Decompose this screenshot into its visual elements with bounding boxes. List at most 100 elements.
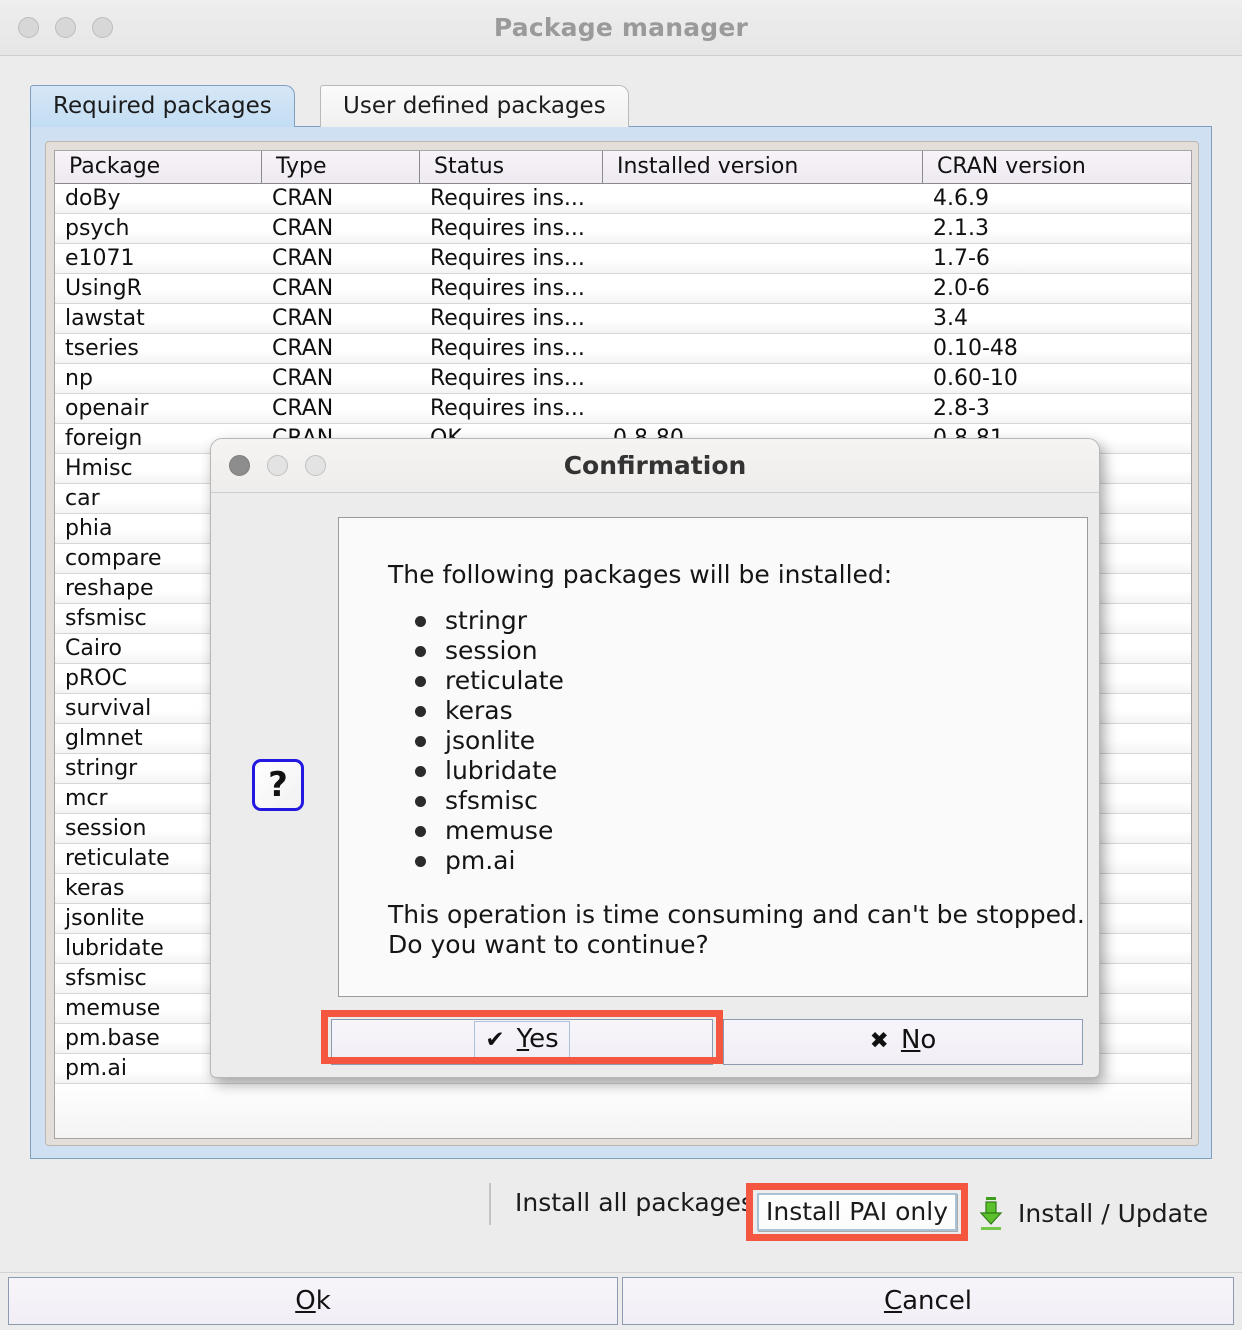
column-header-type[interactable]: Type — [262, 151, 420, 183]
cell-package: lawstat — [65, 306, 145, 331]
cell-status: Requires ins... — [430, 366, 585, 391]
table-row[interactable]: psych CRAN Requires ins... 2.1.3 — [55, 214, 1191, 244]
cell-installed-version — [603, 334, 923, 363]
bullet-icon — [415, 796, 426, 807]
cell-type: CRAN — [272, 336, 334, 361]
dialog-titlebar: Confirmation — [211, 439, 1099, 493]
cell-installed-version — [603, 184, 923, 213]
cell-cran-version: 0.60-10 — [933, 366, 1018, 391]
no-button[interactable]: ✖ No — [723, 1019, 1083, 1065]
confirmation-dialog: Confirmation ? The following packages wi… — [210, 438, 1100, 1078]
table-row[interactable]: e1071 CRAN Requires ins... 1.7-6 — [55, 244, 1191, 274]
no-button-inner: ✖ No — [860, 1020, 947, 1061]
cross-icon: ✖ — [869, 1028, 889, 1054]
cell-type: CRAN — [272, 246, 334, 271]
table-row[interactable]: openair CRAN Requires ins... 2.8-3 — [55, 394, 1191, 424]
bullet-icon — [415, 676, 426, 687]
window-titlebar: Package manager — [0, 0, 1242, 56]
bullet-icon — [415, 736, 426, 747]
cell-cran-version: 2.0-6 — [933, 276, 990, 301]
cell-cran-version: 2.1.3 — [933, 216, 989, 241]
cell-type: CRAN — [272, 186, 334, 211]
table-row[interactable]: doBy CRAN Requires ins... 4.6.9 — [55, 184, 1191, 214]
dialog-package-name: pm.ai — [445, 846, 516, 875]
dialog-message-panel: The following packages will be installed… — [338, 517, 1088, 997]
cell-installed-version — [603, 244, 923, 273]
window-title: Package manager — [493, 13, 749, 42]
column-header-cran[interactable]: CRAN version — [923, 151, 1191, 183]
dialog-package-name: lubridate — [445, 756, 558, 785]
dialog-package-name: memuse — [445, 816, 554, 845]
cell-package: psych — [65, 216, 130, 241]
cell-cran-version: 0.10-48 — [933, 336, 1018, 361]
table-header-row: Package Type Status Installed version CR… — [55, 151, 1191, 184]
dialog-package-item: reticulate — [415, 666, 564, 696]
bullet-icon — [415, 646, 426, 657]
tab-user-defined-packages[interactable]: User defined packages — [320, 85, 629, 127]
cell-type: CRAN — [272, 396, 334, 421]
bullet-icon — [415, 826, 426, 837]
dialog-package-item: jsonlite — [415, 726, 564, 756]
cell-type: CRAN — [272, 306, 334, 331]
dialog-package-item: memuse — [415, 816, 564, 846]
install-pai-only-highlight — [746, 1183, 968, 1241]
cell-package: np — [65, 366, 93, 391]
cell-cran-version: 3.4 — [933, 306, 968, 331]
cell-installed-version — [603, 394, 923, 423]
cell-status: Requires ins... — [430, 216, 585, 241]
cell-cran-version: 1.7-6 — [933, 246, 990, 271]
dialog-package-name: sfsmisc — [445, 786, 538, 815]
dialog-package-name: jsonlite — [445, 726, 536, 755]
cell-package: doBy — [65, 186, 121, 211]
column-header-installed[interactable]: Installed version — [603, 151, 923, 183]
yes-button-highlight — [321, 1010, 723, 1064]
table-row[interactable]: np CRAN Requires ins... 0.60-10 — [55, 364, 1191, 394]
bullet-icon — [415, 766, 426, 777]
cell-cran-version: 2.8-3 — [933, 396, 990, 421]
ok-button-mnemonic: O — [295, 1286, 316, 1316]
cancel-button[interactable]: Cancel — [622, 1277, 1234, 1325]
dialog-note-line2: Do you want to continue? — [388, 930, 709, 959]
cell-package: openair — [65, 396, 149, 421]
cell-status: Requires ins... — [430, 306, 585, 331]
no-button-mnemonic: N — [900, 1025, 921, 1055]
bullet-icon — [415, 616, 426, 627]
cell-installed-version — [603, 304, 923, 333]
ok-button[interactable]: Ok — [8, 1277, 618, 1325]
cancel-button-mnemonic: C — [883, 1286, 903, 1316]
dialog-package-item: session — [415, 636, 564, 666]
install-update-label[interactable]: Install / Update — [1018, 1196, 1208, 1232]
cell-status: Requires ins... — [430, 396, 585, 421]
bullet-icon — [415, 706, 426, 717]
table-row[interactable]: UsingR CRAN Requires ins... 2.0-6 — [55, 274, 1191, 304]
dialog-package-item: keras — [415, 696, 564, 726]
dialog-package-item: sfsmisc — [415, 786, 564, 816]
table-row[interactable]: tseries CRAN Requires ins... 0.10-48 — [55, 334, 1191, 364]
dialog-package-item: stringr — [415, 606, 564, 636]
tab-required-packages[interactable]: Required packages — [30, 85, 295, 127]
cell-package: UsingR — [65, 276, 142, 301]
column-header-status[interactable]: Status — [420, 151, 603, 183]
dialog-title: Confirmation — [563, 451, 747, 480]
footer-bar: Ok Cancel — [0, 1272, 1242, 1331]
dialog-package-name: stringr — [445, 606, 528, 635]
cancel-button-label: ancel — [902, 1286, 973, 1316]
cell-type: CRAN — [272, 276, 334, 301]
ok-button-label: k — [315, 1286, 331, 1316]
cell-installed-version — [603, 274, 923, 303]
dialog-package-name: reticulate — [445, 666, 564, 695]
table-row[interactable]: lawstat CRAN Requires ins... 3.4 — [55, 304, 1191, 334]
dialog-note-line1: This operation is time consuming and can… — [388, 900, 1085, 929]
install-all-packages-label[interactable]: Install all packages — [515, 1176, 754, 1230]
column-header-package[interactable]: Package — [55, 151, 262, 183]
tabstrip: Required packages User defined packages — [30, 85, 1212, 127]
download-icon — [978, 1196, 1004, 1232]
cell-status: Requires ins... — [430, 336, 585, 361]
cell-installed-version — [603, 364, 923, 393]
cell-type: CRAN — [272, 216, 334, 241]
question-mark-icon[interactable]: ? — [252, 759, 304, 811]
bullet-icon — [415, 856, 426, 867]
dialog-package-name: keras — [445, 696, 513, 725]
dialog-note-text: This operation is time consuming and can… — [388, 900, 1085, 960]
table-empty-area — [55, 1084, 1191, 1138]
